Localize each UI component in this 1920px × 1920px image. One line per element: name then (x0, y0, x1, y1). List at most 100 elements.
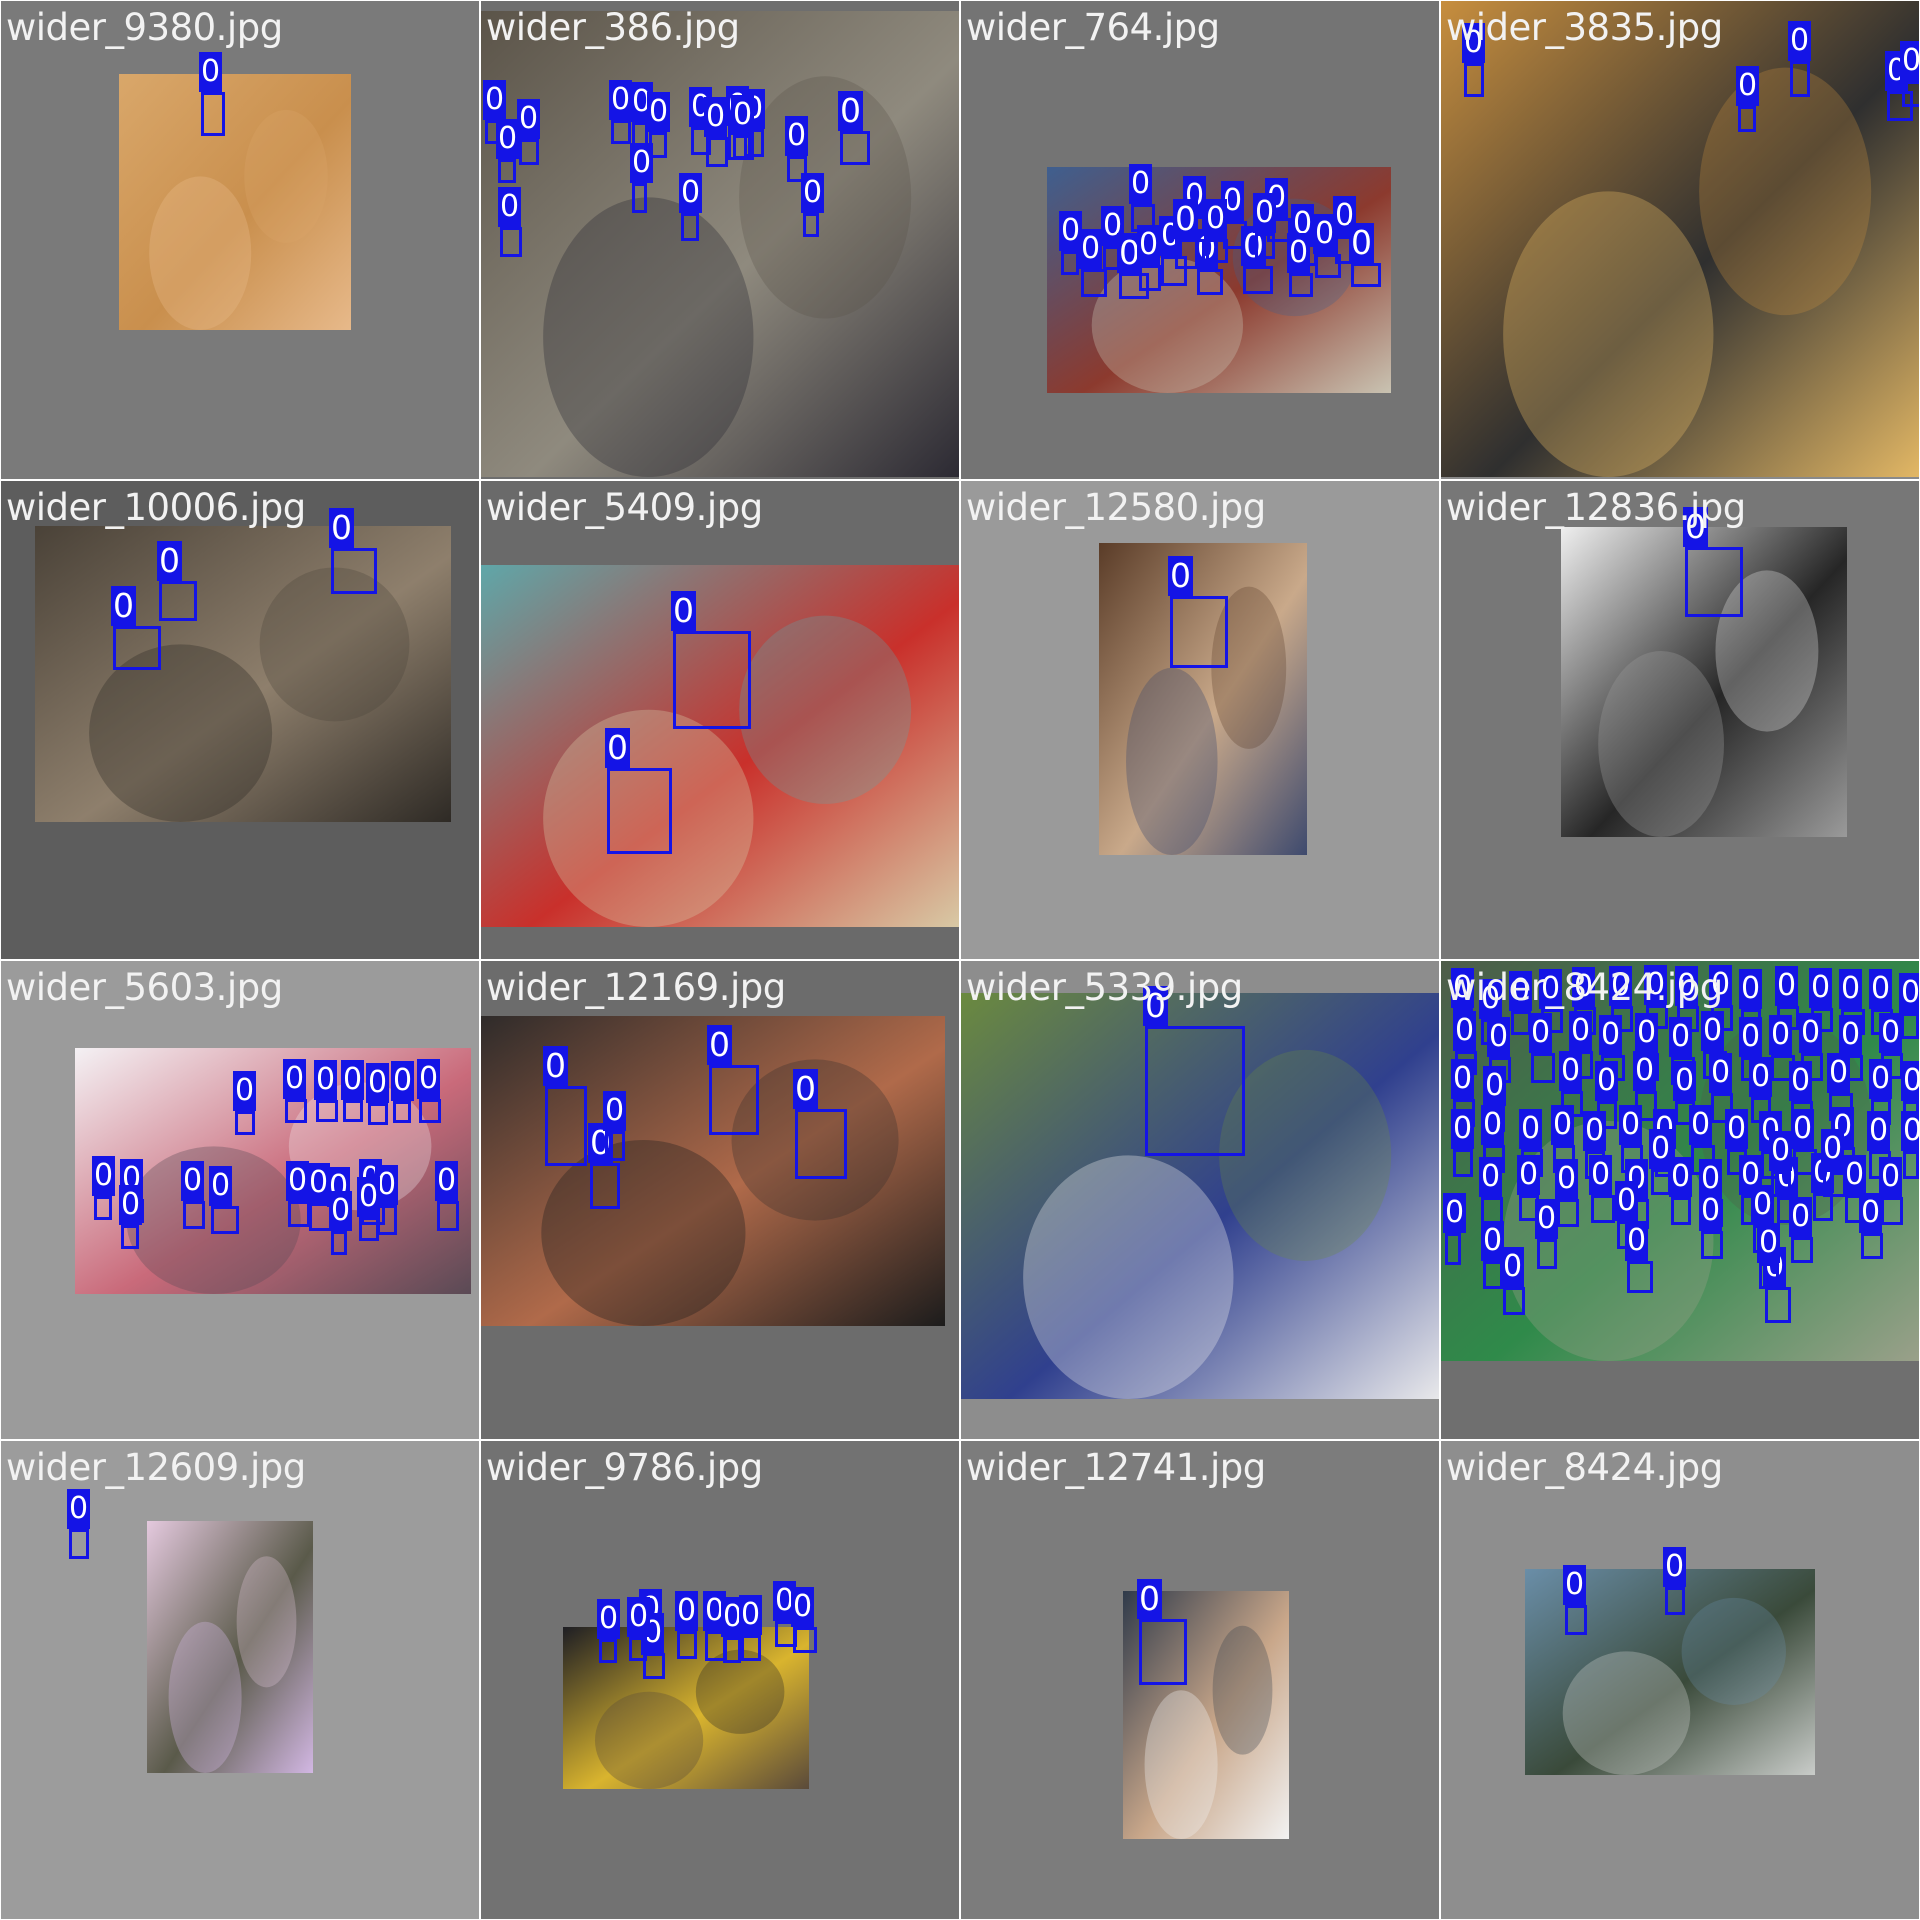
mosaic-tile: 00000000000000000wider_386.jpg (481, 1, 959, 479)
face-detection-box: 0 (1137, 1579, 1187, 1685)
class-label: 0 (1137, 1579, 1162, 1619)
class-label: 0 (1453, 1011, 1477, 1051)
photo (481, 11, 959, 477)
face-detection-box: 0 (1451, 1109, 1475, 1177)
face-detection-box: 0 (1669, 1157, 1693, 1225)
image-filename-label: wider_5603.jpg (6, 966, 283, 1009)
class-label: 0 (1701, 1011, 1725, 1051)
class-label: 0 (1757, 1223, 1781, 1263)
class-label: 0 (1529, 1013, 1553, 1053)
class-label: 0 (791, 1587, 815, 1627)
class-label: 0 (1535, 1199, 1559, 1239)
face-detection-box: 0 (1683, 507, 1743, 617)
face-detection-box: 0 (1625, 1221, 1653, 1293)
face-detection-box: 0 (157, 541, 197, 621)
class-label: 0 (67, 1489, 91, 1529)
class-label: 0 (1827, 1053, 1851, 1093)
class-label: 0 (1663, 1547, 1687, 1587)
class-label: 0 (1789, 1061, 1813, 1101)
face-detection-box: 0 (721, 1597, 745, 1663)
mosaic-tile: 0 wider_5339.jpg (961, 961, 1439, 1439)
class-label: 0 (597, 1599, 621, 1639)
face-detection-box: 0 (286, 1161, 310, 1227)
class-label: 0 (391, 1061, 415, 1101)
class-label: 0 (1619, 1105, 1643, 1145)
class-label: 0 (1749, 1057, 1773, 1097)
class-label: 0 (1900, 41, 1919, 81)
image-filename-label: wider_12169.jpg (486, 966, 786, 1009)
mosaic-tile: 0 0 0 0 0 0 0 0 0 0 wider_9786.jpg (481, 1441, 959, 1919)
image-filename-label: wider_5339.jpg (966, 966, 1243, 1009)
class-label: 0 (1689, 1105, 1713, 1145)
class-label: 0 (1137, 225, 1161, 265)
face-detection-box: 0 (1535, 1199, 1559, 1269)
face-detection-box: 0 (1859, 1193, 1883, 1259)
face-detection-box: 0 (1462, 23, 1486, 97)
face-detection-box: 0 (1563, 1565, 1587, 1635)
face-detection-box: 0 (435, 1161, 459, 1231)
class-label: 0 (1879, 1013, 1903, 1053)
mosaic-tile: 0 wider_12836.jpg (1441, 481, 1919, 959)
class-label: 0 (1635, 1013, 1659, 1053)
class-label: 0 (92, 1156, 116, 1196)
class-label: 0 (1791, 1109, 1815, 1149)
class-label: 0 (1788, 21, 1812, 61)
photo (1099, 543, 1307, 855)
class-label: 0 (785, 116, 809, 156)
mosaic-tile: 0 0 0 wider_10006.jpg (1, 481, 479, 959)
class-label: 0 (679, 173, 703, 213)
face-detection-box: 0 (1143, 986, 1245, 1156)
face-detection-box: 0 (704, 97, 728, 167)
class-label: 0 (517, 99, 541, 139)
face-detection-box: 0 (838, 91, 870, 165)
class-label: 0 (1867, 1111, 1891, 1151)
class-label: 0 (1551, 1105, 1575, 1145)
face-detection-box: 0 (793, 1069, 847, 1179)
class-label: 0 (1483, 1066, 1507, 1106)
face-detection-box: 0 (671, 591, 751, 729)
image-filename-label: wider_10006.jpg (6, 486, 306, 529)
mosaic-tile: 0 0 wider_5409.jpg (481, 481, 959, 959)
face-detection-box: 0 (1204, 199, 1228, 263)
face-detection-box: 0 (1349, 223, 1381, 287)
photo (1441, 1, 1919, 477)
face-detection-box: 0 (731, 95, 755, 159)
face-detection-box: 0 (92, 1156, 116, 1220)
face-detection-box: 0 (1501, 1247, 1525, 1315)
face-detection-box: 0 (417, 1059, 441, 1123)
image-filename-label: wider_764.jpg (966, 6, 1220, 49)
mosaic-tile: 0 0 wider_8424.jpg (1441, 1441, 1919, 1919)
class-label: 0 (483, 80, 507, 120)
class-label: 0 (1595, 1061, 1619, 1101)
class-label: 0 (1799, 1013, 1823, 1053)
class-label: 0 (1451, 1059, 1475, 1099)
face-detection-box: 0 (1901, 1111, 1919, 1179)
face-detection-box: 0 (1195, 229, 1223, 295)
face-detection-box: 0 (391, 1061, 415, 1123)
face-detection-box: 0 (341, 1060, 365, 1122)
face-detection-box: 0 (1899, 973, 1919, 1039)
class-label: 0 (1879, 1157, 1903, 1197)
face-detection-box: 0 (603, 1091, 627, 1161)
face-detection-box: 0 (181, 1161, 205, 1229)
class-label: 0 (1253, 193, 1277, 233)
class-label: 0 (1129, 164, 1153, 204)
image-filename-label: wider_3835.jpg (1446, 6, 1723, 49)
class-label: 0 (1869, 969, 1893, 1009)
face-detection-box: 0 (1481, 1221, 1505, 1289)
class-label: 0 (603, 1091, 627, 1131)
class-label: 0 (1673, 1061, 1697, 1101)
class-label: 0 (1669, 1017, 1693, 1057)
face-detection-box: 0 (209, 1166, 239, 1234)
face-detection-box: 0 (1757, 1223, 1781, 1289)
class-label: 0 (496, 119, 520, 159)
mosaic-tile: 0000000000000000000000000000000000000000… (1441, 961, 1919, 1439)
face-detection-box: 0 (588, 1123, 620, 1209)
class-label: 0 (707, 1025, 732, 1065)
image-filename-label: wider_8424.jpg (1446, 966, 1723, 1009)
face-detection-box: 0 (675, 1591, 699, 1659)
face-detection-box: 0 (496, 119, 520, 183)
image-filename-label: wider_12580.jpg (966, 486, 1266, 529)
face-detection-box: 0 (1589, 1155, 1615, 1223)
photo (35, 526, 451, 822)
